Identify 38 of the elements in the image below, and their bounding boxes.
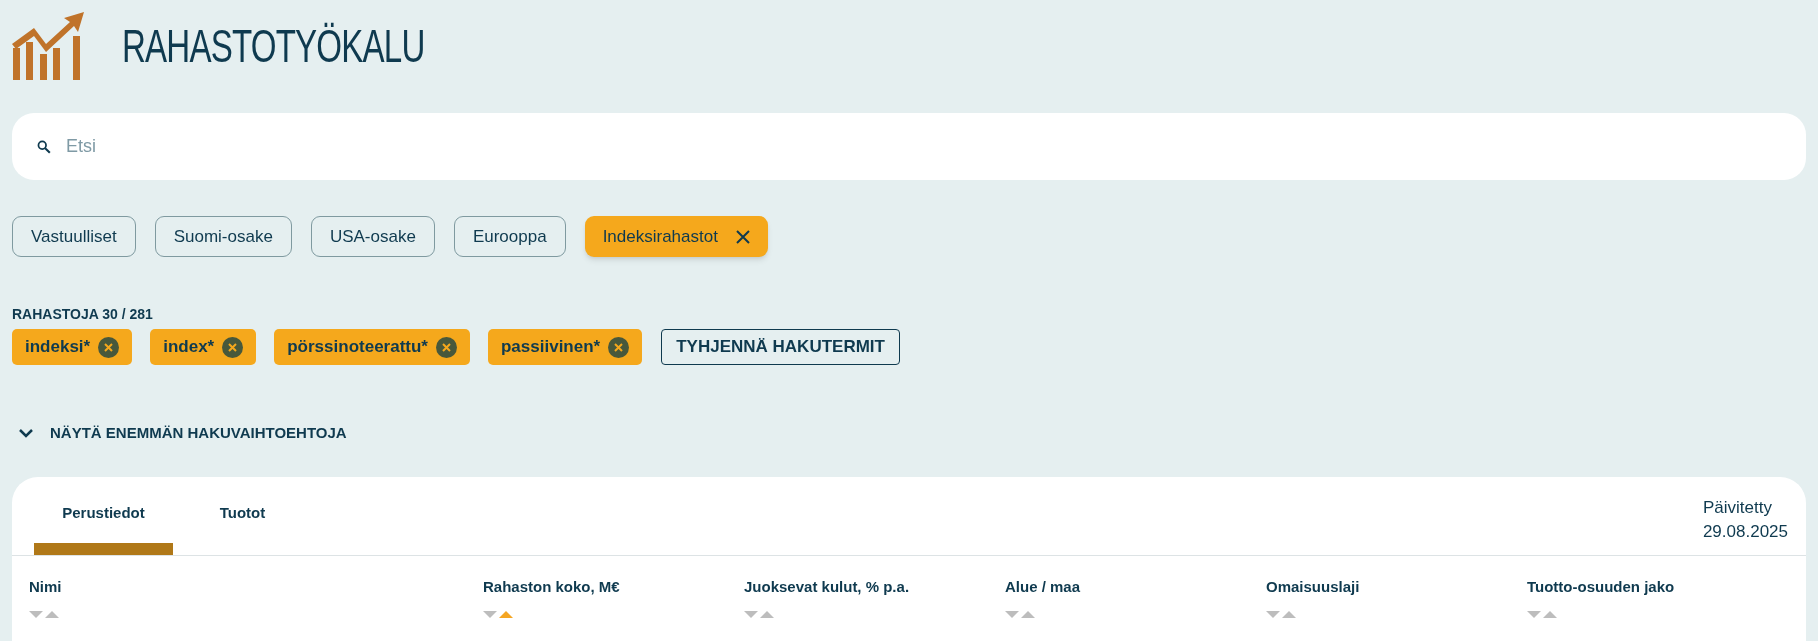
column-header[interactable]: Nimi	[29, 575, 62, 598]
column-header[interactable]: Juoksevat kulut, % p.a.	[744, 575, 910, 598]
tag-label: index*	[163, 336, 215, 359]
remove-icon[interactable]	[608, 336, 630, 358]
sort-arrows-icon[interactable]	[1005, 610, 1035, 619]
filter-chip[interactable]: Suomi-osake	[154, 216, 292, 257]
column-header[interactable]: Alue / maa	[1005, 575, 1081, 598]
app-title: RAHASTOTYÖKALU	[122, 18, 425, 74]
chevron-icon	[18, 428, 34, 439]
tag-label: passiivinen*	[501, 336, 601, 359]
sort-arrows-icon[interactable]	[29, 610, 59, 619]
filter-chip[interactable]: USA-osake	[310, 216, 435, 257]
table-tab[interactable]: Perustiedot	[34, 475, 173, 555]
tag-label: pörssinoteerattu*	[287, 336, 428, 359]
sort-arrows-icon[interactable]	[744, 610, 774, 619]
sort-arrows-icon[interactable]	[1527, 610, 1557, 619]
sort-arrows-icon[interactable]	[483, 610, 513, 619]
remove-icon[interactable]	[222, 336, 244, 358]
tag-label: indeksi*	[25, 336, 91, 359]
column-header[interactable]: Rahaston koko, M€	[483, 575, 620, 598]
sort-arrows-icon[interactable]	[1266, 610, 1296, 619]
close-icon[interactable]	[735, 229, 750, 244]
filter-chip[interactable]: Indeksirahastot	[584, 216, 768, 257]
clear-terms-button[interactable]: TYHJENNÄ HAKUTERMIT	[661, 329, 900, 365]
column-header[interactable]: Tuotto-osuuden jako	[1527, 575, 1675, 598]
filter-chip[interactable]: Eurooppa	[453, 216, 566, 257]
search-icon	[37, 140, 51, 154]
result-count: RAHASTOJA 30 / 281	[12, 305, 154, 324]
filter-chip[interactable]: Vastuulliset	[12, 216, 136, 257]
search-field[interactable]: Etsi	[12, 113, 1806, 180]
updated-date: 29.08.2025	[1702, 520, 1788, 543]
table-tab[interactable]: Tuotot	[173, 475, 312, 555]
remove-icon[interactable]	[436, 336, 457, 358]
updated-label: Päivitetty	[1702, 496, 1773, 519]
column-header[interactable]: Omaisuuslaji	[1266, 575, 1360, 598]
remove-icon[interactable]	[98, 336, 120, 358]
chart-logo-icon	[12, 10, 86, 82]
more-options-toggle[interactable]: NÄYTÄ ENEMMÄN HAKUVAIHTOEHTOJA	[18, 422, 347, 445]
